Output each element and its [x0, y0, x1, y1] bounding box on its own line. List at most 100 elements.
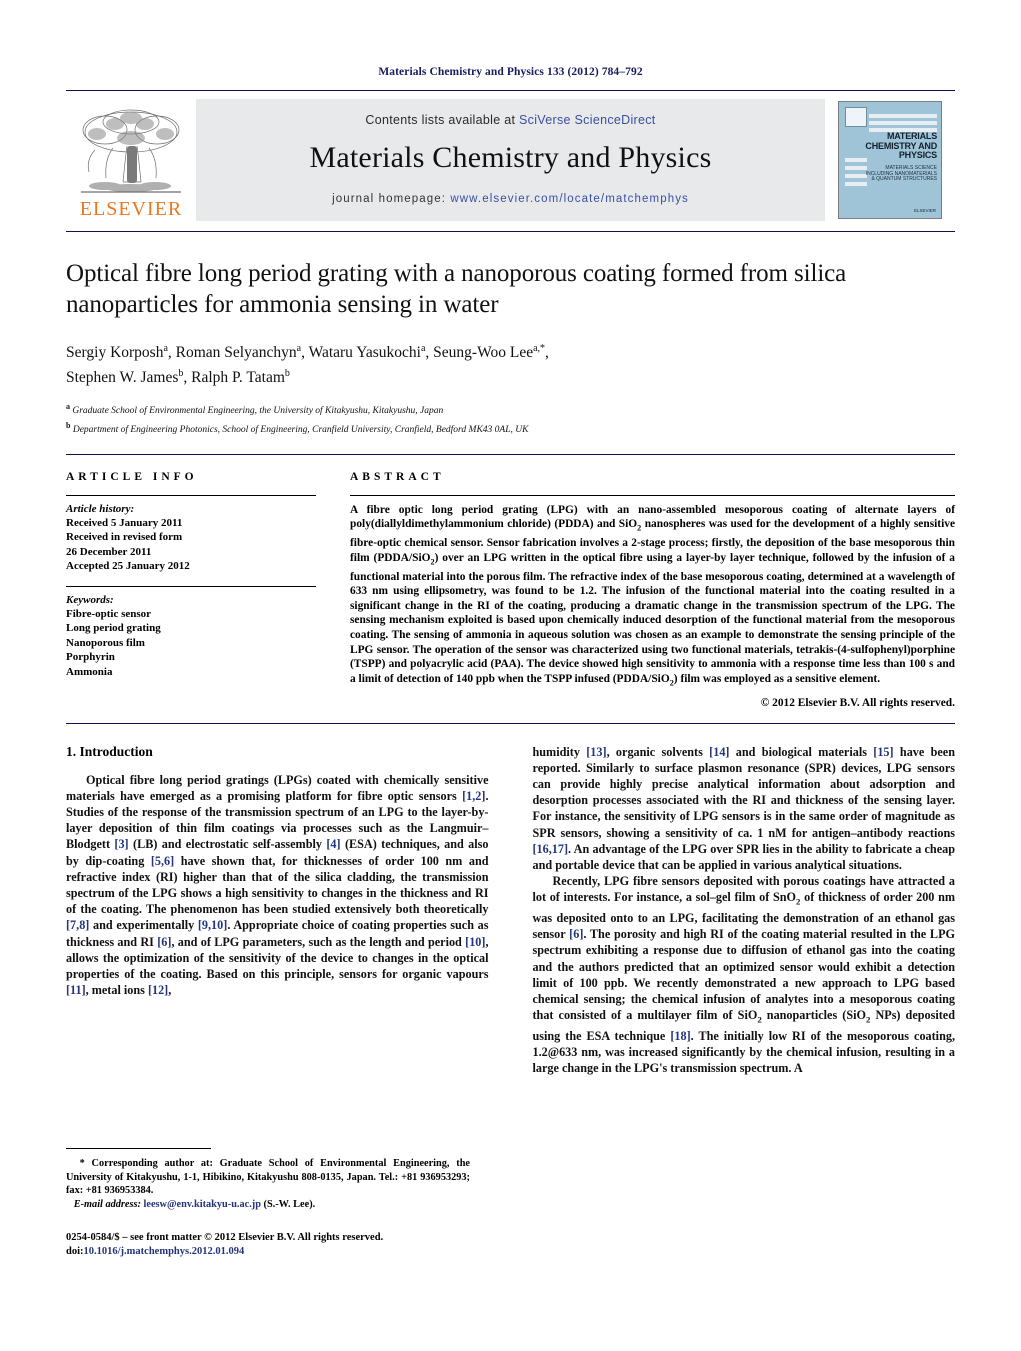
text-seg: nanoparticles (SiO [761, 1008, 866, 1023]
email-suffix: (S.-W. Lee). [260, 1198, 316, 1210]
citation-ref[interactable]: [14] [709, 745, 729, 759]
doi-line: doi:10.1016/j.matchemphys.2012.01.094 [66, 1245, 470, 1259]
contents-prefix: Contents lists available at [365, 113, 520, 127]
author-affil-mark: b [178, 368, 184, 380]
citation-ref[interactable]: [18] [670, 1029, 690, 1043]
cover-title-line3: PHYSICS [898, 150, 937, 160]
text-seg: , metal ions [85, 983, 148, 998]
contents-list-line: Contents lists available at SciVerse Sci… [365, 113, 655, 127]
elsevier-wordmark: ELSEVIER [79, 198, 183, 220]
affil-mark-b: b [66, 420, 71, 430]
citation-ref[interactable]: [6] [157, 935, 171, 949]
citation-ref[interactable]: [4] [326, 837, 340, 851]
citation-ref[interactable]: [7,8] [66, 918, 89, 932]
journal-cover: MATERIALS CHEMISTRY AND PHYSICS MATERIAL… [825, 99, 955, 221]
email-label: E-mail address: [73, 1198, 141, 1210]
author-name: Ralph P. Tatam [191, 369, 285, 387]
citation-ref[interactable]: [11] [66, 983, 86, 997]
affiliations: a Graduate School of Environmental Engin… [66, 400, 955, 437]
footnote-block: * Corresponding author at: Graduate Scho… [66, 1148, 470, 1259]
affiliation-b: b Department of Engineering Photonics, S… [66, 419, 955, 438]
citation-ref[interactable]: [15] [873, 745, 893, 759]
citation-ref[interactable]: [16,17] [533, 842, 569, 856]
author-affil-mark: b [284, 368, 290, 380]
header-rule [66, 90, 955, 91]
citation-ref[interactable]: [9,10] [198, 918, 227, 932]
footnote-rule [66, 1148, 211, 1149]
cover-title: MATERIALS CHEMISTRY AND PHYSICS [863, 131, 937, 161]
cover-subtitle-line3: & QUANTUM STRUCTURES [871, 176, 937, 183]
intro-paragraph-right-1: humidity [13], organic solvents [14] and… [533, 744, 956, 874]
text-seg: (LB) and electrostatic self-assembly [128, 837, 327, 852]
article-history-item: Accepted 25 January 2012 [66, 560, 190, 573]
author-affil-mark: a [163, 343, 168, 354]
keyword-item: Porphyrin [66, 651, 115, 664]
affil-mark-a: a [66, 402, 70, 412]
citation-ref[interactable]: [1,2] [462, 789, 485, 803]
cover-subtitle: MATERIALS SCIENCE INCLUDING NANOMATERIAL… [863, 165, 937, 183]
journal-cover-image: MATERIALS CHEMISTRY AND PHYSICS MATERIAL… [838, 101, 942, 219]
text-seg: , [168, 983, 172, 998]
citation-ref[interactable]: [6] [569, 927, 583, 941]
article-info-column: ARTICLE INFO Article history: Received 5… [66, 471, 316, 709]
abstract-bottom-rule [66, 722, 955, 724]
keyword-item: Long period grating [66, 622, 161, 635]
abstract-text: A fibre optic long period grating (LPG) … [350, 503, 955, 691]
text-seg: Optical fibre long period gratings (LPGs… [66, 772, 489, 803]
sciencedirect-link[interactable]: SciVerse ScienceDirect [519, 113, 656, 127]
page-title: Optical fibre long period grating with a… [66, 260, 847, 318]
abstract-seg: ) over an LPG written in the optical fib… [350, 551, 955, 685]
elsevier-logo: ELSEVIER [66, 99, 196, 221]
running-head: Materials Chemistry and Physics 133 (201… [378, 66, 643, 78]
citation-ref[interactable]: [12] [148, 983, 168, 997]
banner-bottom-rule [66, 231, 955, 232]
banner-center: Contents lists available at SciVerse Sci… [196, 99, 825, 221]
abstract-column: ABSTRACT A fibre optic long period grati… [350, 471, 955, 709]
keywords-rule [66, 585, 316, 587]
body-left-column: 1. Introduction Optical fibre long perio… [66, 744, 489, 1077]
corresponding-author-marker: * [540, 343, 546, 354]
intro-paragraph-left: Optical fibre long period gratings (LPGs… [66, 772, 489, 999]
affiliation-a-text: Graduate School of Environmental Enginee… [72, 406, 444, 417]
homepage-prefix: journal homepage: [332, 193, 451, 205]
citation-ref[interactable]: [10] [465, 935, 485, 949]
abstract-rule [350, 494, 955, 496]
cover-bar [869, 114, 937, 118]
abstract-label: ABSTRACT [350, 470, 445, 483]
title-bottom-rule [66, 453, 955, 455]
issn-copyright-block: 0254-0584/$ – see front matter © 2012 El… [66, 1231, 470, 1259]
cover-bar [869, 121, 937, 125]
abstract-seg: ) film was employed as a sensitive eleme… [673, 672, 881, 685]
author-affil-mark: a, [533, 343, 541, 354]
author-name: Stephen W. James [66, 369, 179, 387]
intro-paragraph-right-2: Recently, LPG fibre sensors deposited wi… [533, 873, 956, 1076]
article-history-item: 26 December 2011 [66, 545, 152, 558]
article-history-item: Received in revised form [66, 531, 183, 544]
citation-ref[interactable]: [5,6] [151, 854, 174, 868]
text-seg: , organic solvents [606, 744, 710, 759]
email-link[interactable]: leesw@env.kitakyu-u.ac.jp [144, 1199, 261, 1210]
affiliation-a: a Graduate School of Environmental Engin… [66, 400, 955, 419]
text-seg: and biological materials [729, 744, 874, 759]
text-seg: and experimentally [89, 918, 198, 933]
keyword-item: Ammonia [66, 665, 113, 678]
journal-title: Materials Chemistry and Physics [309, 141, 712, 174]
paper-page: Materials Chemistry and Physics 133 (201… [0, 0, 1021, 1351]
citation-ref[interactable]: [13] [586, 745, 606, 759]
journal-homepage-link[interactable]: www.elsevier.com/locate/matchemphys [450, 193, 689, 205]
corresponding-author-note: * Corresponding author at: Graduate Scho… [66, 1157, 470, 1211]
text-seg: humidity [532, 744, 587, 759]
author-list: Sergiy Korposha, Roman Selyanchyna, Wata… [66, 343, 549, 387]
citation-ref[interactable]: [3] [114, 837, 128, 851]
doi-link[interactable]: 10.1016/j.matchemphys.2012.01.094 [84, 1246, 245, 1257]
article-info-rule [66, 494, 316, 496]
article-history-heading: Article history: [66, 502, 135, 515]
elsevier-tree-icon [81, 109, 181, 193]
text-seg: . An advantage of the LPG over SPR lies … [532, 841, 956, 873]
text-seg: , and of LPG parameters, such as the len… [171, 934, 466, 949]
author-name: Wataru Yasukochi [308, 344, 421, 362]
keyword-item: Nanoporous film [66, 636, 145, 649]
article-info-label: ARTICLE INFO [66, 470, 198, 483]
keyword-item: Fibre-optic sensor [66, 607, 152, 620]
keywords-heading: Keywords: [66, 593, 114, 606]
